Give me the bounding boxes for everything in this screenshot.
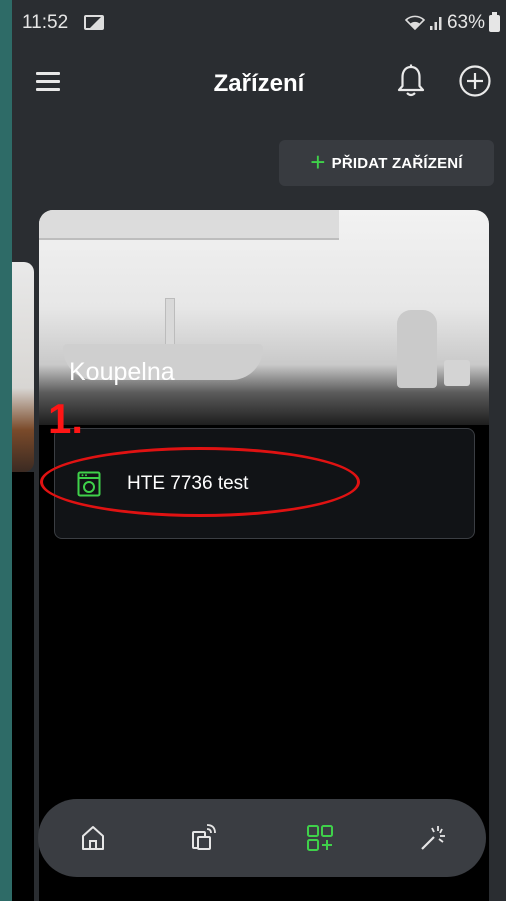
status-time: 11:52: [22, 12, 69, 33]
room-card: Koupelna HTE 7736 test: [39, 210, 489, 901]
image-notification-icon: [84, 15, 104, 30]
battery-icon: [489, 11, 500, 32]
room-image: Koupelna: [39, 210, 489, 425]
app-bar: Zařízení: [12, 42, 506, 120]
status-bar: 11:52 63%: [12, 0, 506, 42]
remote-devices-icon[interactable]: [189, 823, 219, 853]
add-device-button[interactable]: + PŘIDAT ZAŘÍZENÍ: [279, 140, 494, 186]
page-title: Zařízení: [213, 70, 305, 97]
plus-circle-icon[interactable]: [458, 64, 492, 98]
devices-grid-add-icon[interactable]: [305, 823, 335, 853]
bottom-nav: [38, 799, 486, 877]
home-icon[interactable]: [78, 823, 108, 853]
annotation-highlight-ellipse: [40, 447, 360, 517]
add-device-plus-icon: +: [310, 147, 326, 177]
annotation-step-number: 1.: [48, 395, 84, 442]
room-image-cup: [444, 360, 470, 386]
magic-wand-icon[interactable]: [418, 823, 448, 853]
wifi-icon: [404, 15, 425, 31]
room-image-shelf: [39, 210, 339, 240]
previous-room-card-body: [12, 472, 34, 901]
phone-screen: 11:52 63% Zařízení + PŘIDAT ZAŘÍZENÍ Kou…: [12, 0, 506, 901]
add-device-label: PŘIDAT ZAŘÍZENÍ: [331, 154, 463, 172]
room-image-vase: [397, 310, 437, 388]
battery-percent: 63%: [446, 12, 485, 33]
room-title[interactable]: Koupelna: [69, 358, 175, 387]
previous-room-card[interactable]: [12, 262, 34, 472]
signal-icon: [429, 17, 442, 30]
bell-icon[interactable]: [396, 64, 426, 98]
status-right: 63%: [404, 11, 500, 34]
